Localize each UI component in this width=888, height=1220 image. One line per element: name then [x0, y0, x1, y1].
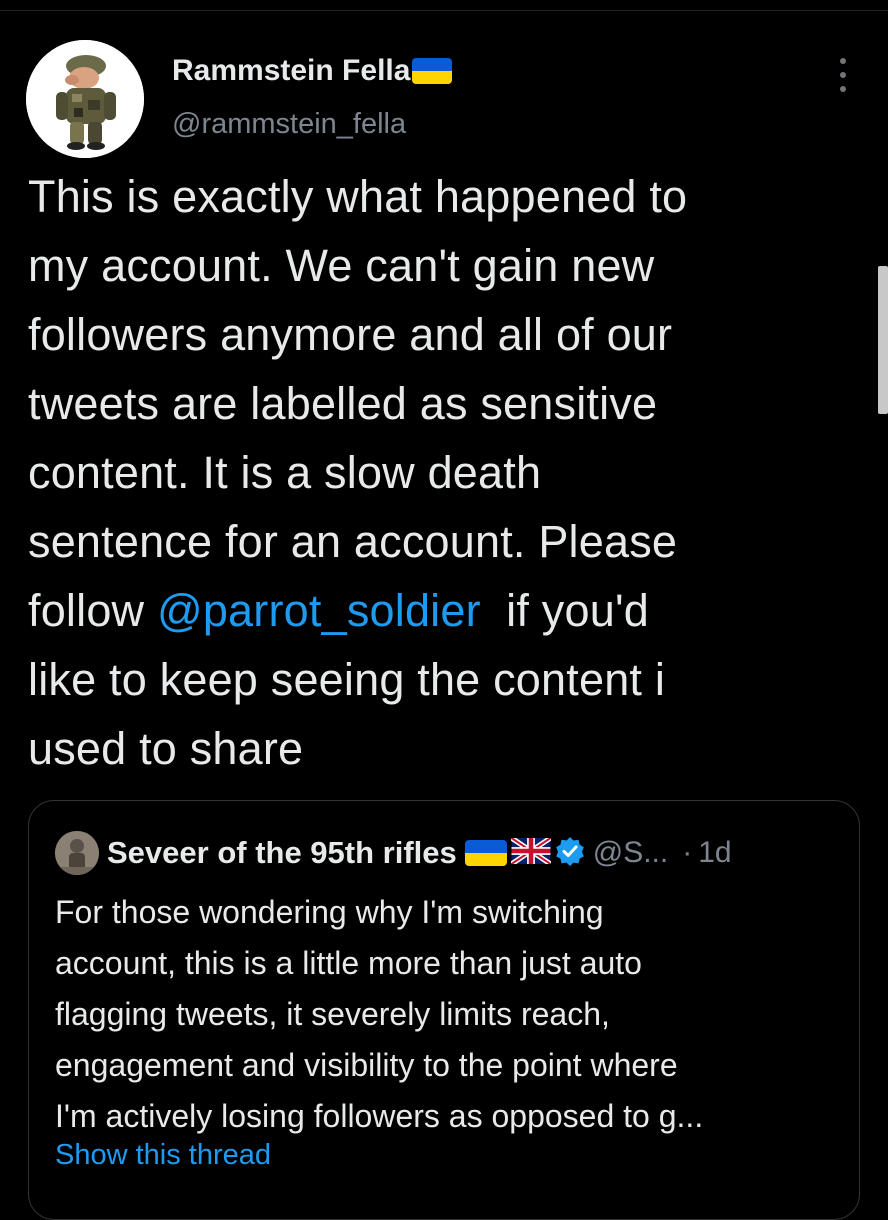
more-options-icon[interactable] [828, 58, 858, 92]
author-avatar[interactable] [26, 40, 144, 158]
quoted-tweet[interactable]: Seveer of the 95th rifles @S... · 1d For… [28, 800, 860, 1220]
tweet-line: content. It is a slow death [28, 447, 542, 498]
quoted-tweet-text: For those wondering why I'm switching ac… [55, 887, 845, 1142]
tweet-text-fragment: if you'd [480, 585, 649, 636]
author-name-row[interactable]: Rammstein Fella [172, 54, 453, 88]
tweet-line: tweets are labelled as sensitive [28, 378, 658, 429]
tweet-line: sentence for an account. Please [28, 516, 678, 567]
tweet-line: my account. We can't gain new [28, 240, 655, 291]
quoted-line: For those wondering why I'm switching [55, 894, 604, 930]
tweet-line-mention: follow @parrot_soldier if you'd [28, 576, 858, 645]
ukraine-flag-icon [412, 58, 453, 84]
quoted-author-name: Seveer of the 95th rifles [107, 835, 457, 870]
quoted-line: I'm actively losing followers as opposed… [55, 1098, 704, 1134]
tweet-text-fragment: follow [28, 585, 157, 636]
quoted-line: account, this is a little more than just… [55, 945, 642, 981]
mention-link[interactable]: @parrot_soldier [157, 585, 481, 636]
tweet-text: This is exactly what happened to my acco… [28, 162, 858, 783]
scrollbar[interactable] [878, 266, 888, 414]
verified-badge-icon [555, 836, 585, 871]
quoted-author-avatar [55, 831, 99, 875]
quoted-line: flagging tweets, it severely limits reac… [55, 996, 610, 1032]
uk-flag-icon [509, 835, 552, 869]
quoted-tweet-header: Seveer of the 95th rifles @S... · 1d [55, 831, 732, 875]
tweet-line: This is exactly what happened to [28, 171, 688, 222]
tweet-line: like to keep seeing the content i [28, 654, 666, 705]
quoted-timestamp: 1d [698, 836, 732, 869]
ukraine-flag-icon [464, 840, 507, 866]
quoted-line: engagement and visibility to the point w… [55, 1047, 678, 1083]
separator-dot: · [682, 836, 693, 869]
tweet-line: followers anymore and all of our [28, 309, 673, 360]
author-display-name[interactable]: Rammstein Fella [172, 54, 410, 88]
quoted-author-handle: @S... [592, 836, 669, 869]
author-handle[interactable]: @rammstein_fella [172, 108, 406, 141]
tweet-line: used to share [28, 723, 304, 774]
top-divider [0, 0, 888, 11]
show-thread-link[interactable]: Show this thread [55, 1139, 271, 1172]
